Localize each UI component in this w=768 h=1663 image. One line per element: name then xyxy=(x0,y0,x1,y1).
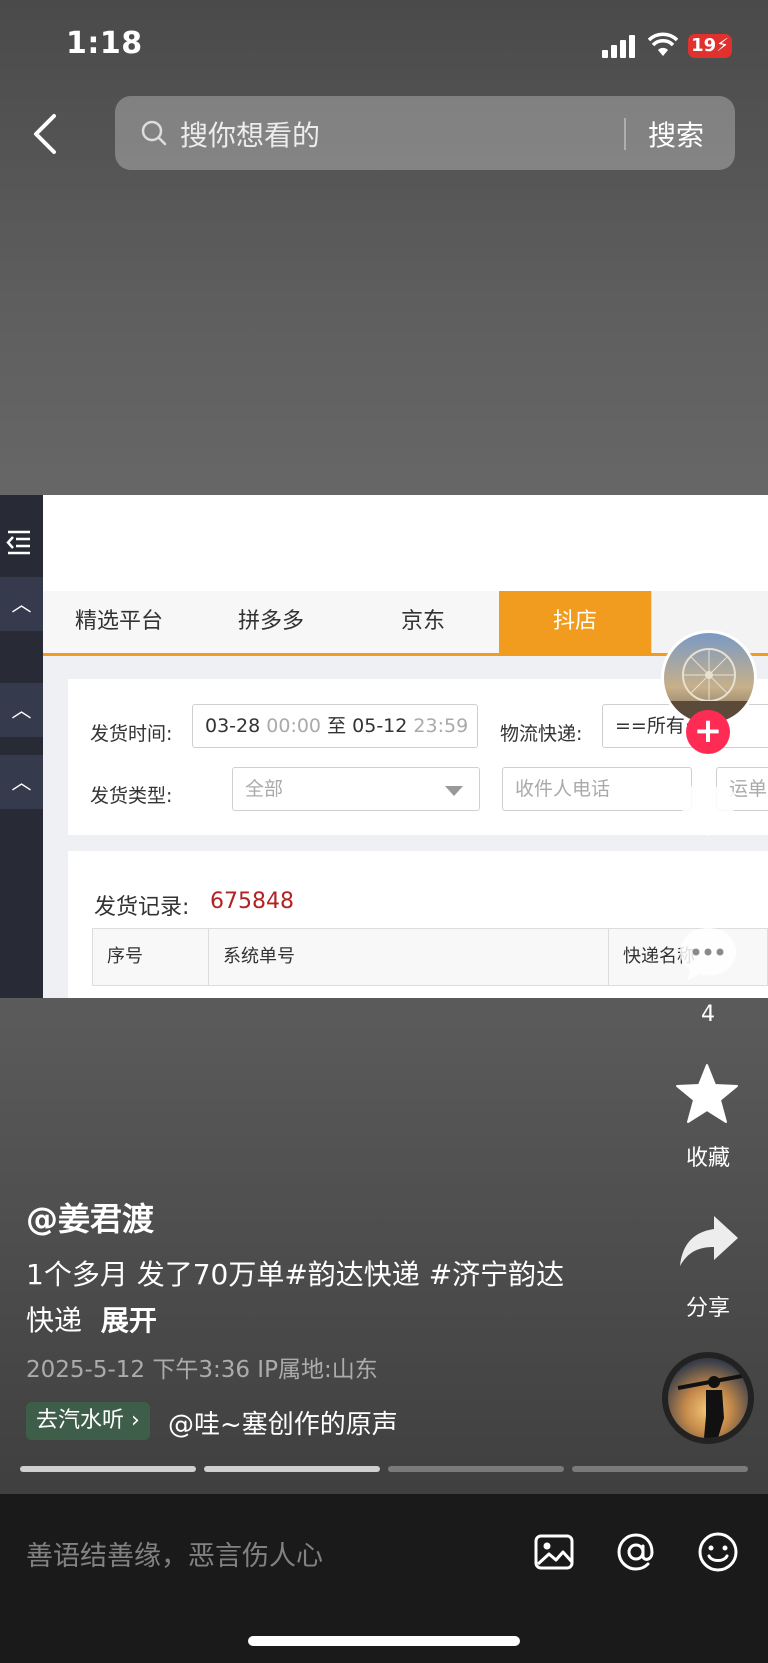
expand-link[interactable]: 展开 xyxy=(101,1304,157,1337)
video-player[interactable]: ︿ ︿ ︿ 精选平台 拼多多 京东 抖店 发货时间: 03-28 00:00 至… xyxy=(0,495,768,998)
heart-icon[interactable] xyxy=(675,780,741,840)
silhouette-image xyxy=(677,1374,743,1438)
comment-icon[interactable] xyxy=(676,924,740,984)
recipient-phone-field: 收件人电话 xyxy=(502,767,692,811)
ship-type-label: 发货类型: xyxy=(90,785,173,807)
filter-card xyxy=(68,679,768,835)
platform-tabs: 精选平台 拼多多 京东 抖店 xyxy=(43,591,768,656)
comment-input[interactable]: 善语结善缘，恶言伤人心 xyxy=(26,1534,323,1573)
progress-segment xyxy=(572,1466,748,1472)
favorite-label: 收藏 xyxy=(685,1146,730,1171)
ship-time-separator: 至 xyxy=(327,715,347,737)
menu-collapse-icon xyxy=(6,530,30,555)
music-disc-avatar[interactable] xyxy=(662,1352,754,1444)
comment-count: 4 xyxy=(701,1002,715,1027)
follow-plus-button[interactable]: + xyxy=(686,710,730,754)
sidebar-expand-icon: ︿ xyxy=(0,683,43,737)
share-label: 分享 xyxy=(685,1296,730,1321)
ship-time-label: 发货时间: xyxy=(90,723,173,745)
like-count: 11 xyxy=(694,868,722,893)
progress-segment xyxy=(388,1466,564,1472)
records-table-header: 序号 系统单号 快递名称 xyxy=(92,928,768,986)
search-divider xyxy=(624,118,626,150)
star-icon[interactable] xyxy=(674,1062,740,1126)
original-sound-link[interactable]: @哇~塞创作的原声 xyxy=(168,1404,398,1441)
battery-level: 19 xyxy=(691,35,717,56)
post-meta: 2025-5-12 下午3:36 IP属地:山东 xyxy=(26,1357,378,1383)
progress-segment xyxy=(20,1466,196,1472)
emoji-icon[interactable] xyxy=(696,1530,740,1574)
records-label: 发货记录: xyxy=(94,895,190,920)
image-icon[interactable] xyxy=(532,1530,576,1574)
column-system-order-no: 系统单号 xyxy=(209,929,609,985)
home-indicator xyxy=(248,1636,520,1646)
mention-icon[interactable] xyxy=(614,1530,658,1574)
chevron-left-icon xyxy=(34,114,56,154)
ship-type-value: 全部 xyxy=(245,778,284,800)
tab-douyin-store: 抖店 xyxy=(499,591,652,653)
listen-in-qishui-button[interactable]: 去汽水听 › xyxy=(26,1402,150,1440)
ship-time-end-time: 23:59 xyxy=(413,715,469,737)
wifi-icon xyxy=(648,32,678,56)
ship-time-start-date: 03-28 xyxy=(205,715,261,737)
ship-time-field: 03-28 00:00 至 05-12 23:59 xyxy=(192,704,478,748)
sidebar-expand-icon: ︿ xyxy=(0,755,43,809)
tab-pinduoduo: 拼多多 xyxy=(195,591,348,653)
chevron-down-icon xyxy=(445,786,463,796)
video-description: 1个多月 发了70万单#韵达快递 #济宁韵达快递 展开 xyxy=(26,1252,586,1344)
recipient-phone-placeholder: 收件人电话 xyxy=(515,778,611,800)
battery-indicator: 19⚡ xyxy=(688,34,732,58)
ship-time-start-time: 00:00 xyxy=(266,715,322,737)
share-arrow-icon[interactable] xyxy=(678,1214,740,1268)
progress-segment xyxy=(204,1466,380,1472)
ship-type-select: 全部 xyxy=(232,767,480,811)
search-input[interactable]: 搜你想看的 xyxy=(180,114,320,154)
logistics-label: 物流快递: xyxy=(500,723,583,745)
video-progress-bar[interactable] xyxy=(20,1466,748,1472)
cellular-signal-icon xyxy=(602,34,638,58)
records-count: 675848 xyxy=(210,889,294,914)
search-button[interactable]: 搜索 xyxy=(648,114,704,154)
app-sidebar: ︿ ︿ ︿ xyxy=(0,495,43,998)
tab-jd: 京东 xyxy=(347,591,500,653)
ship-time-end-date: 05-12 xyxy=(352,715,408,737)
tab-selected-platform: 精选平台 xyxy=(43,591,196,653)
column-index: 序号 xyxy=(93,929,209,985)
back-button[interactable] xyxy=(30,108,70,160)
status-time: 1:18 xyxy=(66,26,143,61)
author-name[interactable]: @姜君渡 xyxy=(26,1194,154,1240)
search-icon xyxy=(141,120,167,146)
sidebar-expand-icon: ︿ xyxy=(0,577,43,631)
